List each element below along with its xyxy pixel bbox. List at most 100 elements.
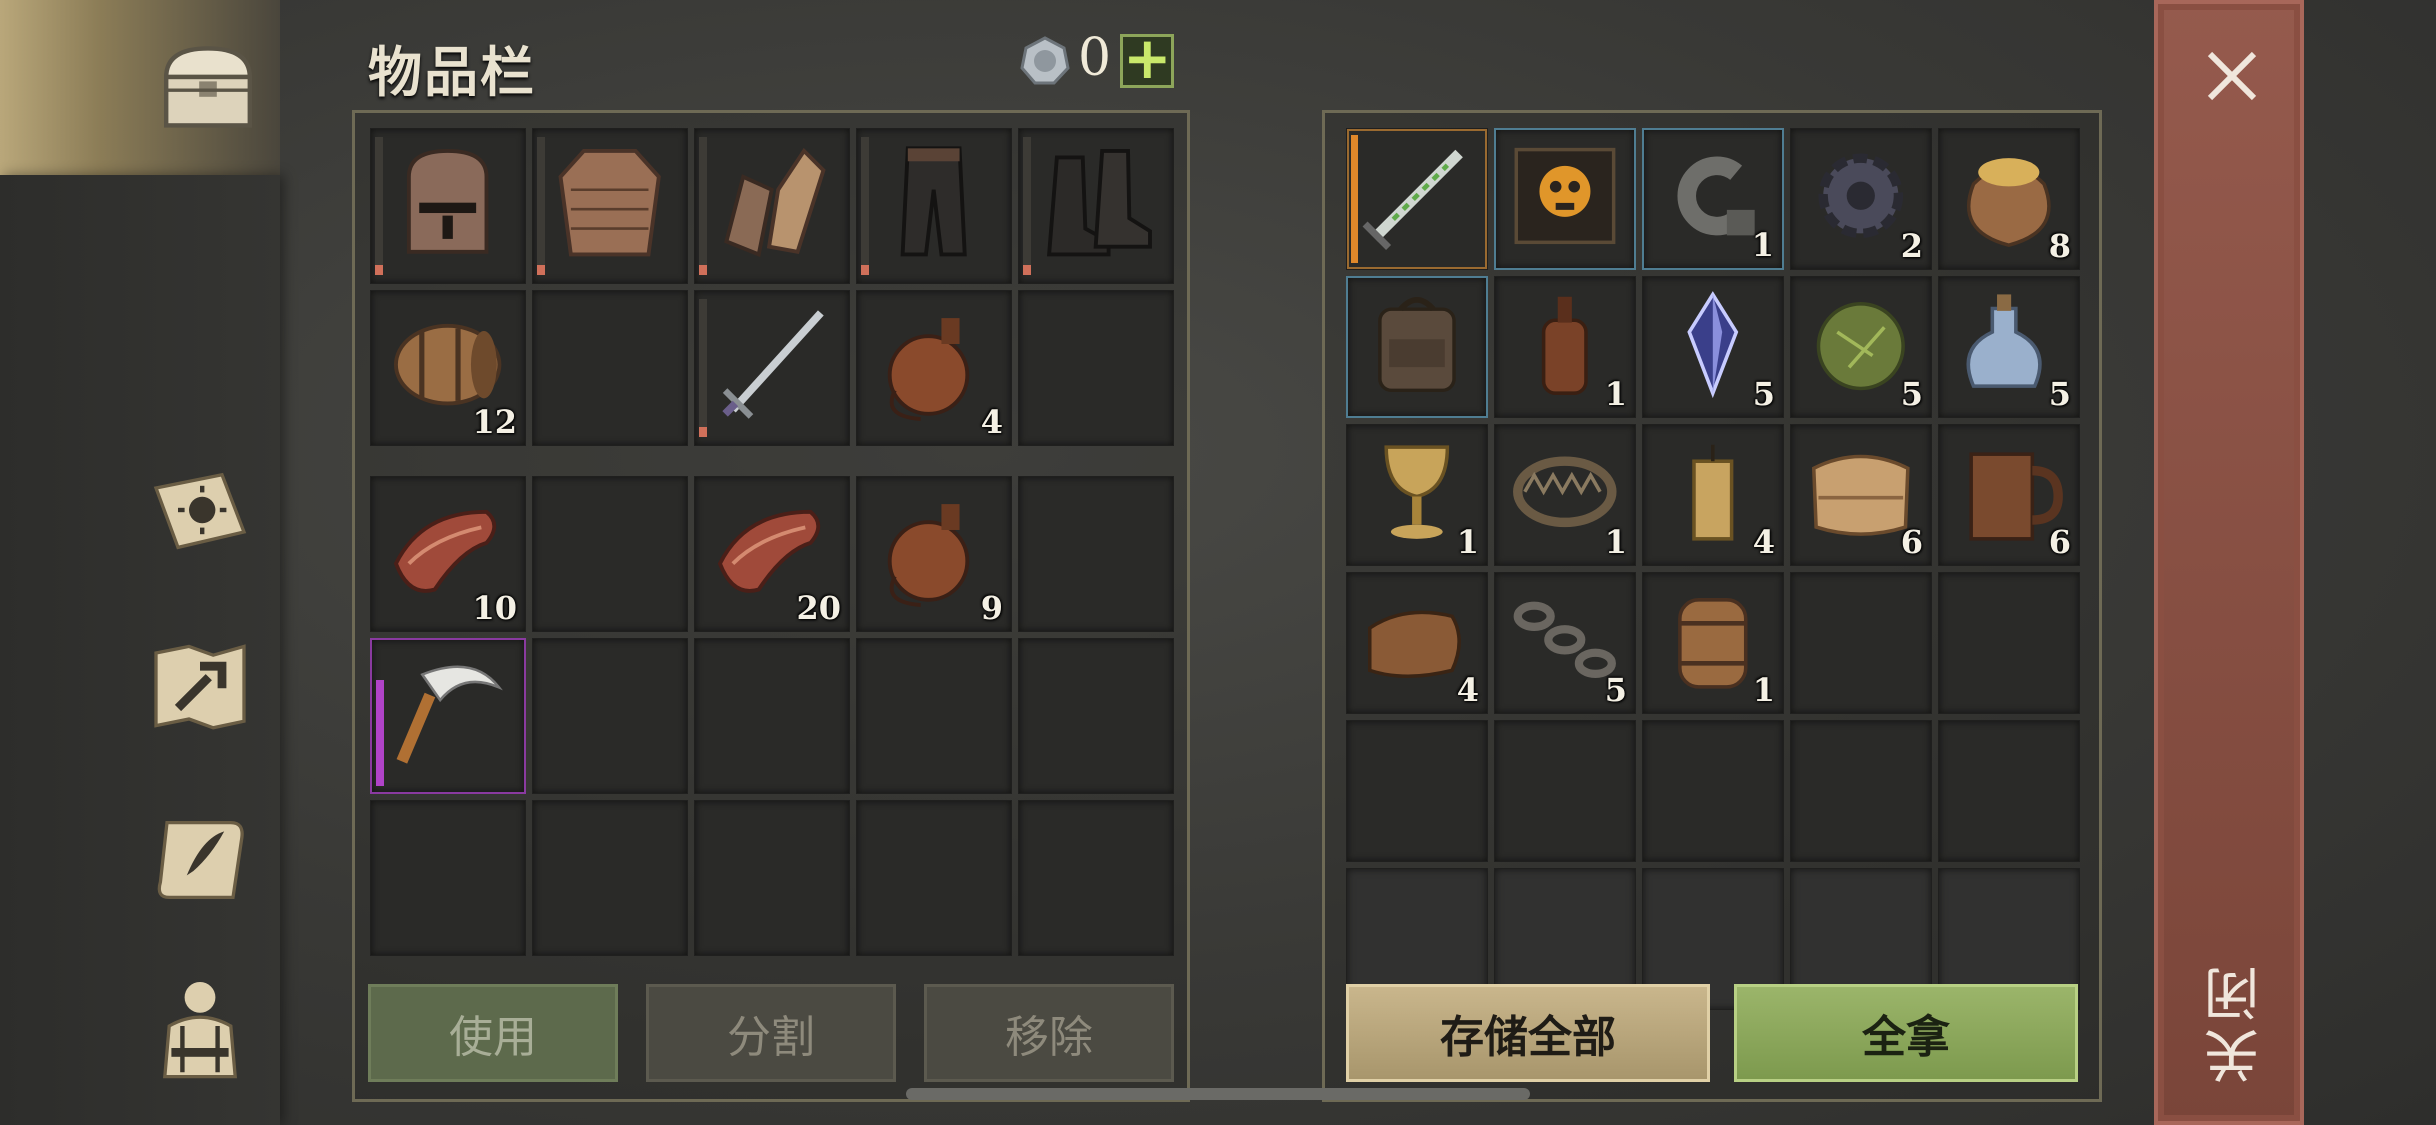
chest-icon[interactable] <box>148 28 268 148</box>
equipment-slot[interactable] <box>532 128 688 284</box>
bag-slot[interactable] <box>694 638 850 794</box>
page-title: 物品栏 <box>368 41 536 104</box>
storage-slot[interactable]: 1 <box>1494 424 1636 566</box>
bag-slot[interactable]: 10 <box>370 476 526 632</box>
equipment-grid: 12 4 <box>370 128 1178 446</box>
item-count: 5 <box>1604 671 1627 709</box>
equipment-slot[interactable] <box>856 128 1012 284</box>
storage-slot[interactable] <box>1642 720 1784 862</box>
storage-slot[interactable]: 6 <box>1938 424 2080 566</box>
item-count: 1 <box>1604 523 1627 561</box>
bag-slot[interactable] <box>1018 476 1174 632</box>
durability-bar <box>1023 137 1031 275</box>
bag-grid: 10 20 9 <box>370 476 1178 956</box>
item-count: 4 <box>980 403 1003 441</box>
add-currency-button[interactable]: + <box>1120 29 1174 88</box>
bag-slot[interactable] <box>856 800 1012 956</box>
storage-slot[interactable]: 1 <box>1494 276 1636 418</box>
storage-slot[interactable] <box>1346 720 1488 862</box>
storage-slot[interactable]: 5 <box>1790 276 1932 418</box>
bag-slot[interactable]: 9 <box>856 476 1012 632</box>
chainmail-icon <box>558 149 662 257</box>
item-count: 5 <box>1752 375 1775 413</box>
bag-slot[interactable] <box>694 800 850 956</box>
equipment-slot[interactable]: 4 <box>856 290 1012 446</box>
equipment-slot[interactable] <box>1018 290 1174 446</box>
bag-slot[interactable] <box>532 638 688 794</box>
equipment-slot[interactable] <box>694 128 850 284</box>
character-icon[interactable] <box>140 966 260 1086</box>
item-count: 5 <box>1900 375 1923 413</box>
sickle-icon <box>396 665 504 764</box>
bag-slot[interactable] <box>856 638 1012 794</box>
storage-slot[interactable] <box>1494 128 1636 270</box>
item-count: 20 <box>796 589 841 627</box>
storage-slot[interactable]: 8 <box>1938 128 2080 270</box>
equipment-slot[interactable] <box>532 290 688 446</box>
storage-slot[interactable]: 5 <box>1938 276 2080 418</box>
remove-button[interactable]: 移除 <box>924 984 1174 1082</box>
store-all-button[interactable]: 存储全部 <box>1346 984 1710 1082</box>
item-count: 1 <box>1751 226 1774 264</box>
skills-book-icon[interactable] <box>140 450 260 570</box>
storage-slot[interactable] <box>1346 128 1488 270</box>
storage-slot[interactable] <box>1494 720 1636 862</box>
storage-slot[interactable] <box>1790 720 1932 862</box>
equipment-slot[interactable]: 12 <box>370 290 526 446</box>
storage-slot[interactable]: 4 <box>1346 572 1488 714</box>
item-count: 5 <box>2048 375 2071 413</box>
durability-bar <box>699 299 707 437</box>
bag-slot[interactable] <box>532 476 688 632</box>
equipment-slot[interactable] <box>694 290 850 446</box>
storage-slot[interactable]: 1 <box>1642 572 1784 714</box>
equipment-slot[interactable] <box>370 128 526 284</box>
storage-slot[interactable]: 5 <box>1494 572 1636 714</box>
storage-slot[interactable]: 6 <box>1790 424 1932 566</box>
skull-book-icon <box>1514 148 1616 245</box>
storage-slot[interactable] <box>1938 720 2080 862</box>
crafting-map-icon[interactable] <box>140 626 260 746</box>
durability-bar <box>699 137 707 275</box>
flask-icon <box>888 318 970 422</box>
item-count: 6 <box>1900 523 1923 561</box>
bag-slot[interactable] <box>1018 638 1174 794</box>
storage-slot[interactable] <box>1938 572 2080 714</box>
item-count: 1 <box>1456 523 1479 561</box>
close-panel[interactable] <box>2154 0 2304 1125</box>
use-button[interactable]: 使用 <box>368 984 618 1082</box>
item-count: 4 <box>1456 671 1479 709</box>
storage-slot[interactable]: 2 <box>1790 128 1932 270</box>
durability-bar <box>861 137 869 275</box>
item-count: 6 <box>2048 523 2071 561</box>
sword-icon <box>722 310 825 419</box>
coin-icon <box>1020 36 1070 85</box>
item-count: 1 <box>1604 375 1627 413</box>
close-icon[interactable] <box>2196 40 2268 112</box>
item-count: 12 <box>472 403 517 441</box>
storage-slot[interactable] <box>1790 572 1932 714</box>
storage-slot[interactable] <box>1346 276 1488 418</box>
bag-slot[interactable] <box>370 638 526 794</box>
item-count: 8 <box>2048 227 2071 265</box>
storage-slot[interactable]: 5 <box>1642 276 1784 418</box>
poison-dagger-icon <box>1362 150 1464 251</box>
helmet-icon <box>407 149 489 255</box>
split-button[interactable]: 分割 <box>646 984 896 1082</box>
flask-icon <box>888 504 970 608</box>
close-label[interactable]: 关闭 <box>2196 960 2269 1084</box>
bag-slot[interactable] <box>370 800 526 956</box>
bag-slot[interactable] <box>532 800 688 956</box>
currency-count: 0 <box>1078 28 1112 88</box>
scrollbar[interactable] <box>906 1088 1530 1100</box>
storage-slot[interactable]: 1 <box>1642 128 1784 270</box>
quest-scroll-icon[interactable] <box>140 800 260 920</box>
take-all-button[interactable]: 全拿 <box>1734 984 2078 1082</box>
item-count: 4 <box>1752 523 1775 561</box>
storage-slot[interactable]: 4 <box>1642 424 1784 566</box>
item-count: 9 <box>980 589 1003 627</box>
bag-slot[interactable]: 20 <box>694 476 850 632</box>
item-count: 2 <box>1900 227 1923 265</box>
bag-slot[interactable] <box>1018 800 1174 956</box>
equipment-slot[interactable] <box>1018 128 1174 284</box>
storage-slot[interactable]: 1 <box>1346 424 1488 566</box>
